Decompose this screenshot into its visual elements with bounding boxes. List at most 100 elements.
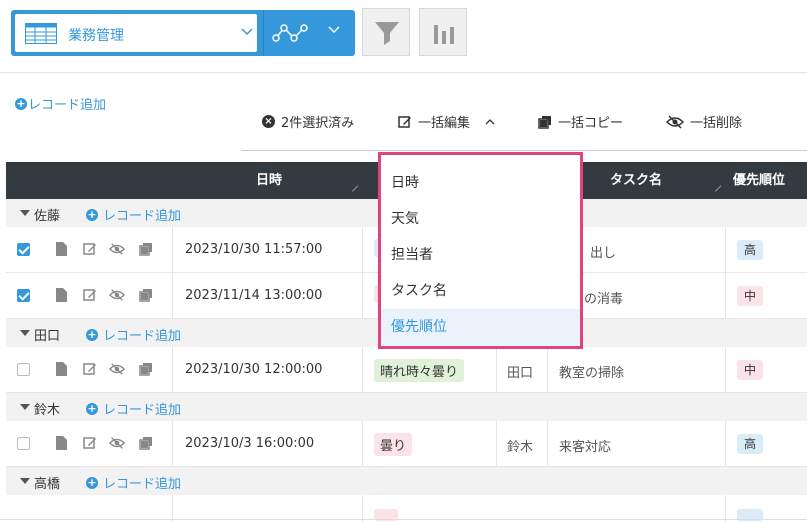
task-cell: 出し xyxy=(590,246,617,261)
column-header-priority[interactable]: 優先順位 xyxy=(733,162,785,199)
group-name: 田口 xyxy=(34,329,61,344)
plus-circle-icon: + xyxy=(86,327,98,341)
eye-slash-icon[interactable] xyxy=(109,362,125,376)
menu-item-weather[interactable]: 天気 xyxy=(381,201,580,237)
datetime-cell: 2023/11/14 13:00:00 xyxy=(185,288,323,303)
menu-item-priority[interactable]: 優先順位 xyxy=(381,309,580,345)
weather-tag: 曇り xyxy=(374,433,413,456)
plus-circle-icon: + xyxy=(15,96,27,110)
group-header[interactable]: 鈴木 + レコード追加 xyxy=(6,393,807,421)
bulk-delete-label: 一括削除 xyxy=(690,116,743,131)
edit-icon[interactable] xyxy=(83,242,97,256)
bulk-edit-label: 一括編集 xyxy=(418,116,471,131)
bulk-edit-button[interactable]: 一括編集 xyxy=(398,112,496,131)
add-record-link[interactable]: + レコード追加 xyxy=(15,94,106,113)
menu-item-task[interactable]: タスク名 xyxy=(381,273,580,309)
toolbar-divider xyxy=(0,72,807,73)
row-checkbox[interactable] xyxy=(17,289,30,302)
file-icon[interactable] xyxy=(56,242,67,256)
file-icon[interactable] xyxy=(56,436,67,450)
priority-tag: 中 xyxy=(737,360,763,380)
bulk-delete-button[interactable]: 一括削除 xyxy=(666,112,742,131)
row-checkbox[interactable] xyxy=(17,437,30,450)
view-selector-box[interactable]: 業務管理 xyxy=(15,14,257,52)
copy-icon[interactable] xyxy=(139,362,153,376)
group-name: 佐藤 xyxy=(34,209,61,224)
priority-tag: 中 xyxy=(737,286,763,306)
column-resize-handle[interactable] xyxy=(352,185,358,191)
chart-button[interactable] xyxy=(419,8,467,56)
file-icon[interactable] xyxy=(56,362,67,376)
priority-tag: 高 xyxy=(737,434,763,454)
add-record-label: レコード追加 xyxy=(28,98,107,113)
bulk-copy-button[interactable]: 一括コピー xyxy=(538,112,623,131)
row-checkbox[interactable] xyxy=(17,243,30,256)
line-graph-icon xyxy=(272,22,308,44)
bulk-copy-label: 一括コピー xyxy=(558,116,624,131)
group-name: 鈴木 xyxy=(34,403,61,418)
edit-icon[interactable] xyxy=(83,436,97,450)
edit-icon[interactable] xyxy=(83,362,97,376)
column-resize-handle[interactable] xyxy=(715,185,721,191)
menu-item-assignee[interactable]: 担当者 xyxy=(381,237,580,273)
filter-icon xyxy=(375,22,399,45)
view-selector[interactable]: 業務管理 xyxy=(11,10,263,56)
assignee-cell: 鈴木 xyxy=(507,440,534,455)
priority-tag: 高 xyxy=(737,240,763,260)
group-add-record-link[interactable]: + レコード追加 xyxy=(86,205,181,224)
column-header-datetime[interactable]: 日時 xyxy=(256,162,282,199)
graph-view-button[interactable] xyxy=(263,10,355,56)
datetime-cell: 2023/10/3 16:00:00 xyxy=(185,436,315,451)
file-icon[interactable] xyxy=(56,288,67,302)
bar-chart-icon xyxy=(434,25,454,44)
eye-slash-icon[interactable] xyxy=(109,242,125,256)
table-row[interactable] xyxy=(6,495,807,522)
eye-slash-icon[interactable] xyxy=(109,288,125,302)
copy-icon[interactable] xyxy=(139,242,153,256)
edit-icon xyxy=(398,115,411,128)
row-checkbox[interactable] xyxy=(17,363,30,376)
column-header-task[interactable]: タスク名 xyxy=(610,162,662,199)
group-header[interactable]: 高橋 + レコード追加 xyxy=(6,467,807,495)
table-row[interactable]: 2023/10/3 16:00:00 曇り 鈴木 来客対応 高 xyxy=(6,421,807,467)
collapse-triangle-icon[interactable] xyxy=(20,478,30,484)
collapse-triangle-icon[interactable] xyxy=(20,404,30,410)
eye-slash-icon xyxy=(666,114,684,129)
bottom-divider xyxy=(0,519,807,520)
copy-icon xyxy=(538,115,551,129)
datetime-cell: 2023/10/30 12:00:00 xyxy=(185,362,323,377)
weather-tag: 晴れ時々曇り xyxy=(374,359,465,382)
plus-circle-icon: + xyxy=(86,207,98,221)
group-add-record-link[interactable]: + レコード追加 xyxy=(86,325,181,344)
group-add-record-link[interactable]: + レコード追加 xyxy=(86,399,181,418)
group-add-record-label: レコード追加 xyxy=(103,477,182,492)
collapse-triangle-icon[interactable] xyxy=(20,210,30,216)
plus-circle-icon: + xyxy=(86,401,98,415)
bulk-edit-column-menu: 日時 天気 担当者 タスク名 優先順位 xyxy=(378,152,583,349)
collapse-triangle-icon[interactable] xyxy=(20,330,30,336)
plus-circle-icon: + xyxy=(86,475,98,489)
clear-selection-icon[interactable]: × xyxy=(262,115,275,128)
menu-item-datetime[interactable]: 日時 xyxy=(381,165,580,201)
assignee-cell: 田口 xyxy=(507,366,534,381)
task-cell: 来客対応 xyxy=(559,440,612,455)
group-add-record-label: レコード追加 xyxy=(103,329,182,344)
filter-button[interactable] xyxy=(362,8,410,56)
chevron-up-icon xyxy=(485,118,495,124)
table-row[interactable]: 2023/10/30 12:00:00 晴れ時々曇り 田口 教室の掃除 中 xyxy=(6,347,807,393)
group-add-record-link[interactable]: + レコード追加 xyxy=(86,473,181,492)
task-cell: の消毒 xyxy=(584,292,624,307)
chevron-down-icon xyxy=(241,28,253,36)
group-add-record-label: レコード追加 xyxy=(103,209,182,224)
copy-icon[interactable] xyxy=(139,436,153,450)
edit-icon[interactable] xyxy=(83,288,97,302)
copy-icon[interactable] xyxy=(139,288,153,302)
selection-count-label: 2件選択済み xyxy=(281,116,355,131)
bulk-bar-divider xyxy=(241,150,807,151)
datetime-cell: 2023/10/30 11:57:00 xyxy=(185,242,323,257)
eye-slash-icon[interactable] xyxy=(109,436,125,450)
selection-count[interactable]: × 2件選択済み xyxy=(262,112,354,131)
group-add-record-label: レコード追加 xyxy=(103,403,182,418)
task-cell: 教室の掃除 xyxy=(559,366,625,381)
group-name: 高橋 xyxy=(34,477,61,492)
